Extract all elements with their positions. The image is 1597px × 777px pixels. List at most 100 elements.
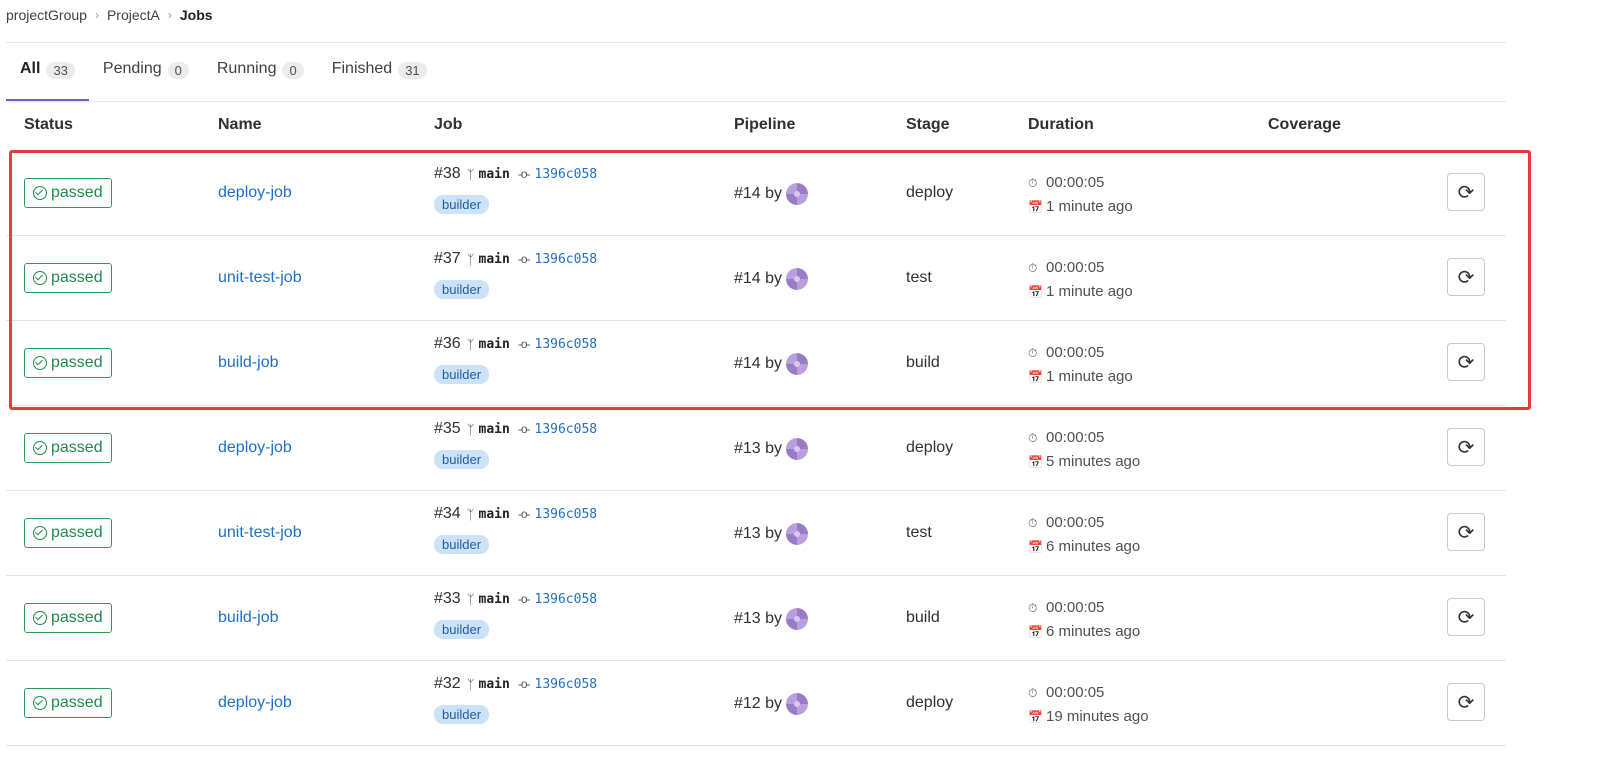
stage-label: build	[906, 609, 940, 626]
avatar[interactable]	[786, 268, 809, 290]
commit-sha-link[interactable]: 1396c058	[535, 507, 598, 522]
job-id-link[interactable]: #36	[434, 335, 461, 353]
branch-link[interactable]: main	[479, 592, 510, 607]
retry-icon: ⟳	[1457, 266, 1475, 289]
table-row: passed deploy-job #32 ᛉ main -o- 1396c05…	[6, 661, 1506, 746]
avatar[interactable]	[786, 523, 809, 545]
table-row: passed unit-test-job #37 ᛉ main -o- 1396…	[6, 236, 1506, 321]
pipeline-info: #12 by	[734, 693, 809, 715]
retry-icon: ⟳	[1457, 691, 1475, 714]
status-badge[interactable]: passed	[24, 688, 112, 718]
branch-icon: ᛉ	[466, 506, 475, 522]
commit-sha-link[interactable]: 1396c058	[535, 422, 598, 437]
job-name-link[interactable]: deploy-job	[218, 184, 292, 202]
branch-link[interactable]: main	[479, 252, 510, 267]
commit-sha-link[interactable]: 1396c058	[535, 592, 598, 607]
table-row: passed deploy-job #38 ᛉ main -o- 1396c05…	[6, 151, 1506, 236]
calendar-icon: 📅	[1028, 455, 1043, 469]
check-circle-icon	[33, 356, 47, 370]
finished-time: 5 minutes ago	[1046, 453, 1141, 470]
tab-all[interactable]: All 33	[6, 60, 89, 102]
retry-button[interactable]: ⟳	[1447, 173, 1485, 211]
retry-button[interactable]: ⟳	[1447, 513, 1485, 551]
pipeline-info: #13 by	[734, 523, 809, 545]
commit-sha-link[interactable]: 1396c058	[535, 337, 598, 352]
timer-icon: ⏱	[1028, 346, 1038, 360]
retry-icon: ⟳	[1457, 606, 1475, 629]
commit-sha-link[interactable]: 1396c058	[535, 677, 598, 692]
pipeline-link[interactable]: #14 by	[734, 355, 782, 373]
commit-sha-link[interactable]: 1396c058	[535, 252, 598, 267]
retry-button[interactable]: ⟳	[1447, 428, 1485, 466]
job-reference: #35 ᛉ main -o- 1396c058	[434, 420, 597, 438]
job-id-link[interactable]: #35	[434, 420, 461, 438]
pipeline-link[interactable]: #13 by	[734, 525, 782, 543]
timer-icon: ⏱	[1028, 431, 1038, 445]
tab-count-badge: 33	[46, 62, 75, 79]
avatar[interactable]	[786, 183, 809, 205]
job-name-link[interactable]: build-job	[218, 354, 278, 372]
runner-tag: builder	[434, 450, 490, 469]
check-circle-icon	[33, 186, 47, 200]
status-badge[interactable]: passed	[24, 263, 112, 293]
avatar[interactable]	[786, 353, 809, 375]
status-badge[interactable]: passed	[24, 433, 112, 463]
breadcrumb-item-project[interactable]: ProjectA	[107, 7, 160, 23]
job-id-link[interactable]: #38	[434, 165, 461, 183]
branch-link[interactable]: main	[479, 167, 510, 182]
duration-value: 00:00:05	[1046, 599, 1105, 616]
finished-time: 1 minute ago	[1046, 283, 1133, 300]
breadcrumb-item-group[interactable]: projectGroup	[6, 7, 87, 23]
job-id-link[interactable]: #37	[434, 250, 461, 268]
pipeline-link[interactable]: #13 by	[734, 440, 782, 458]
branch-link[interactable]: main	[479, 677, 510, 692]
branch-link[interactable]: main	[479, 337, 510, 352]
job-id-link[interactable]: #33	[434, 590, 461, 608]
chevron-right-icon: ›	[94, 8, 99, 22]
tab-pending[interactable]: Pending 0	[89, 60, 203, 102]
avatar[interactable]	[786, 693, 809, 715]
avatar[interactable]	[786, 438, 809, 460]
tab-finished[interactable]: Finished 31	[318, 60, 441, 102]
runner-tag: builder	[434, 365, 490, 384]
pipeline-link[interactable]: #14 by	[734, 185, 782, 203]
check-circle-icon	[33, 441, 47, 455]
avatar[interactable]	[786, 608, 809, 630]
tab-label: Pending	[102, 60, 162, 77]
tab-running[interactable]: Running 0	[203, 60, 318, 102]
status-badge[interactable]: passed	[24, 518, 112, 548]
job-name-link[interactable]: deploy-job	[218, 694, 292, 712]
job-name-link[interactable]: deploy-job	[218, 439, 292, 457]
job-id-link[interactable]: #34	[434, 505, 461, 523]
branch-link[interactable]: main	[479, 422, 510, 437]
retry-button[interactable]: ⟳	[1447, 343, 1485, 381]
branch-icon: ᛉ	[466, 166, 475, 182]
duration-info: ⏱ 00:00:05 📅 1 minute ago	[1028, 171, 1133, 219]
retry-icon: ⟳	[1457, 351, 1475, 374]
duration-value: 00:00:05	[1046, 684, 1105, 701]
timer-icon: ⏱	[1028, 686, 1038, 700]
job-name-link[interactable]: unit-test-job	[218, 524, 302, 542]
status-label: passed	[51, 609, 103, 626]
job-reference: #34 ᛉ main -o- 1396c058	[434, 505, 597, 523]
retry-button[interactable]: ⟳	[1447, 258, 1485, 296]
pipeline-link[interactable]: #14 by	[734, 270, 782, 288]
job-reference: #37 ᛉ main -o- 1396c058	[434, 250, 597, 268]
duration-info: ⏱ 00:00:05 📅 6 minutes ago	[1028, 511, 1140, 559]
branch-link[interactable]: main	[479, 507, 510, 522]
pipeline-link[interactable]: #12 by	[734, 695, 782, 713]
job-id-link[interactable]: #32	[434, 675, 461, 693]
status-badge[interactable]: passed	[24, 178, 112, 208]
calendar-icon: 📅	[1028, 625, 1043, 639]
retry-button[interactable]: ⟳	[1447, 683, 1485, 721]
retry-button[interactable]: ⟳	[1447, 598, 1485, 636]
status-badge[interactable]: passed	[24, 348, 112, 378]
check-circle-icon	[33, 526, 47, 540]
pipeline-info: #14 by	[734, 183, 809, 205]
job-name-link[interactable]: unit-test-job	[218, 269, 302, 287]
job-name-link[interactable]: build-job	[218, 609, 278, 627]
pipeline-link[interactable]: #13 by	[734, 610, 782, 628]
commit-sha-link[interactable]: 1396c058	[535, 167, 598, 182]
commit-icon: -o-	[517, 167, 531, 181]
status-badge[interactable]: passed	[24, 603, 112, 633]
